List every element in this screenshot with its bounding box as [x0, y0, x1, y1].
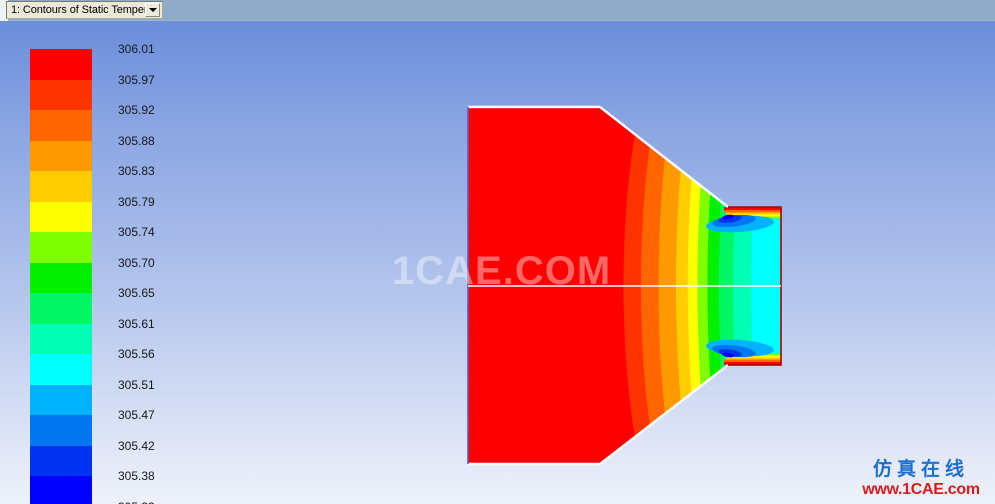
legend-label: 305.47 — [118, 408, 155, 423]
legend-label: 305.61 — [118, 316, 155, 331]
legend-label: 305.51 — [118, 377, 155, 392]
site-logo: 仿真在线 www.1CAE.com — [851, 458, 991, 502]
legend-label: 305.65 — [118, 286, 155, 301]
legend-band — [30, 415, 92, 446]
legend-label: 305.42 — [118, 438, 155, 453]
legend-band — [30, 476, 92, 504]
legend-label: 305.74 — [118, 225, 155, 240]
graphics-window-selector[interactable]: 1: Contours of Static Temper — [6, 1, 163, 19]
legend-band — [30, 171, 92, 202]
legend-label: 305.97 — [118, 72, 155, 87]
legend-band — [30, 293, 92, 324]
legend-band — [30, 110, 92, 141]
legend-band — [30, 445, 92, 477]
legend-label: 305.88 — [118, 133, 155, 148]
legend-band — [30, 232, 92, 263]
legend-band — [30, 262, 92, 294]
legend-band — [30, 140, 92, 172]
fluent-graphics-window: 1: Contours of Static Temper 306.01 305.9… — [0, 0, 995, 504]
graphics-window-toolbar: 1: Contours of Static Temper — [0, 0, 995, 21]
legend-band — [30, 79, 92, 111]
contour-field — [468, 107, 781, 464]
legend-label: 305.38 — [118, 469, 155, 484]
legend-band — [30, 384, 92, 416]
legend-label: 305.33 — [118, 500, 155, 504]
legend-label: 305.56 — [118, 347, 155, 362]
legend-band — [30, 323, 92, 355]
legend-label: 305.92 — [118, 103, 155, 118]
legend-band — [30, 49, 92, 80]
logo-url-text: www.1CAE.com — [862, 481, 980, 498]
logo-chinese-text: 仿真在线 — [872, 458, 969, 480]
contour-plot-geometry — [440, 91, 820, 491]
legend-label: 305.83 — [118, 164, 155, 179]
legend-band — [30, 201, 92, 233]
graphics-window-selector-label: 1: Contours of Static Temper — [11, 3, 145, 16]
color-legend-bar — [30, 49, 92, 504]
graphics-viewport[interactable]: 306.01 305.97 305.92 305.88 305.83 305.79 305.… — [0, 21, 995, 504]
chevron-down-icon[interactable] — [145, 3, 160, 17]
legend-label: 306.01 — [118, 42, 155, 56]
legend-label: 305.79 — [118, 194, 155, 209]
color-legend-labels: 306.01 305.97 305.92 305.88 305.83 305.79 305.… — [118, 42, 198, 504]
legend-band — [30, 354, 92, 385]
legend-label: 305.70 — [118, 255, 155, 270]
